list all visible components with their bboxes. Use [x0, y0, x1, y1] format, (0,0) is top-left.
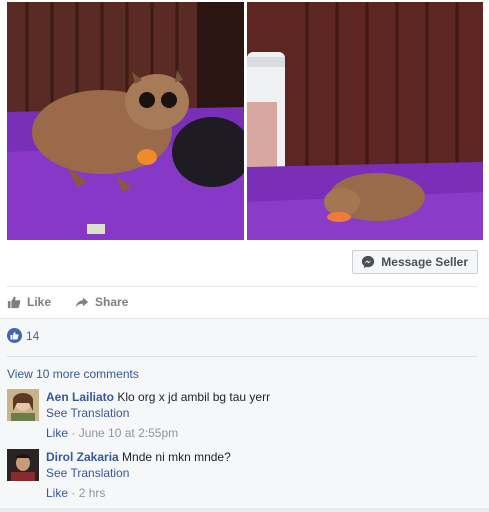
photo-loris-right[interactable] — [247, 2, 483, 240]
comment-text: Mnde ni mkn mnde? — [122, 450, 231, 464]
divider — [7, 356, 477, 357]
comment-author[interactable]: Aen Lailiato — [46, 390, 114, 404]
reactions-summary[interactable]: 14 — [7, 328, 39, 343]
loris-photo-left — [7, 2, 244, 240]
comment-like-link[interactable]: Like — [46, 426, 68, 440]
avatar[interactable] — [7, 449, 39, 481]
share-button[interactable]: Share — [75, 295, 128, 309]
loris-photo-right — [247, 2, 483, 240]
messenger-icon — [362, 255, 375, 269]
post-actions: Like Share — [7, 287, 477, 317]
message-seller-button[interactable]: Message Seller — [352, 250, 478, 274]
comment-meta: Like · 2 hrs — [46, 485, 476, 501]
share-label: Share — [95, 295, 129, 309]
avatar[interactable] — [7, 389, 39, 421]
comment-like-link[interactable]: Like — [46, 486, 68, 500]
comment-author[interactable]: Dirol Zakaria — [46, 450, 119, 464]
photo-loris-left[interactable] — [7, 2, 244, 240]
see-translation-link[interactable]: See Translation — [46, 405, 476, 421]
message-seller-label: Message Seller — [381, 255, 468, 269]
like-label: Like — [27, 295, 52, 309]
comment-timestamp[interactable]: 2 hrs — [79, 486, 106, 500]
view-more-comments-link[interactable]: View 10 more comments — [7, 367, 139, 381]
comment-text: Klo org x jd ambil bg tau yerr — [117, 390, 271, 404]
reaction-count: 14 — [26, 328, 40, 343]
comments-area: 14 View 10 more comments Aen Lailiato Kl… — [0, 318, 489, 512]
like-button[interactable]: Like — [7, 295, 51, 309]
meta-separator: · — [71, 426, 79, 440]
comment-timestamp[interactable]: June 10 at 2:55pm — [79, 426, 178, 440]
comment-meta: Like · June 10 at 2:55pm — [46, 425, 476, 441]
see-translation-link[interactable]: See Translation — [46, 465, 476, 481]
share-arrow-icon — [75, 297, 89, 308]
meta-separator: · — [71, 486, 79, 500]
post-photos — [0, 0, 489, 241]
divider — [0, 508, 489, 512]
thumbs-up-icon — [7, 296, 21, 309]
seller-row: Message Seller — [0, 241, 489, 286]
like-reaction-icon — [7, 328, 22, 343]
